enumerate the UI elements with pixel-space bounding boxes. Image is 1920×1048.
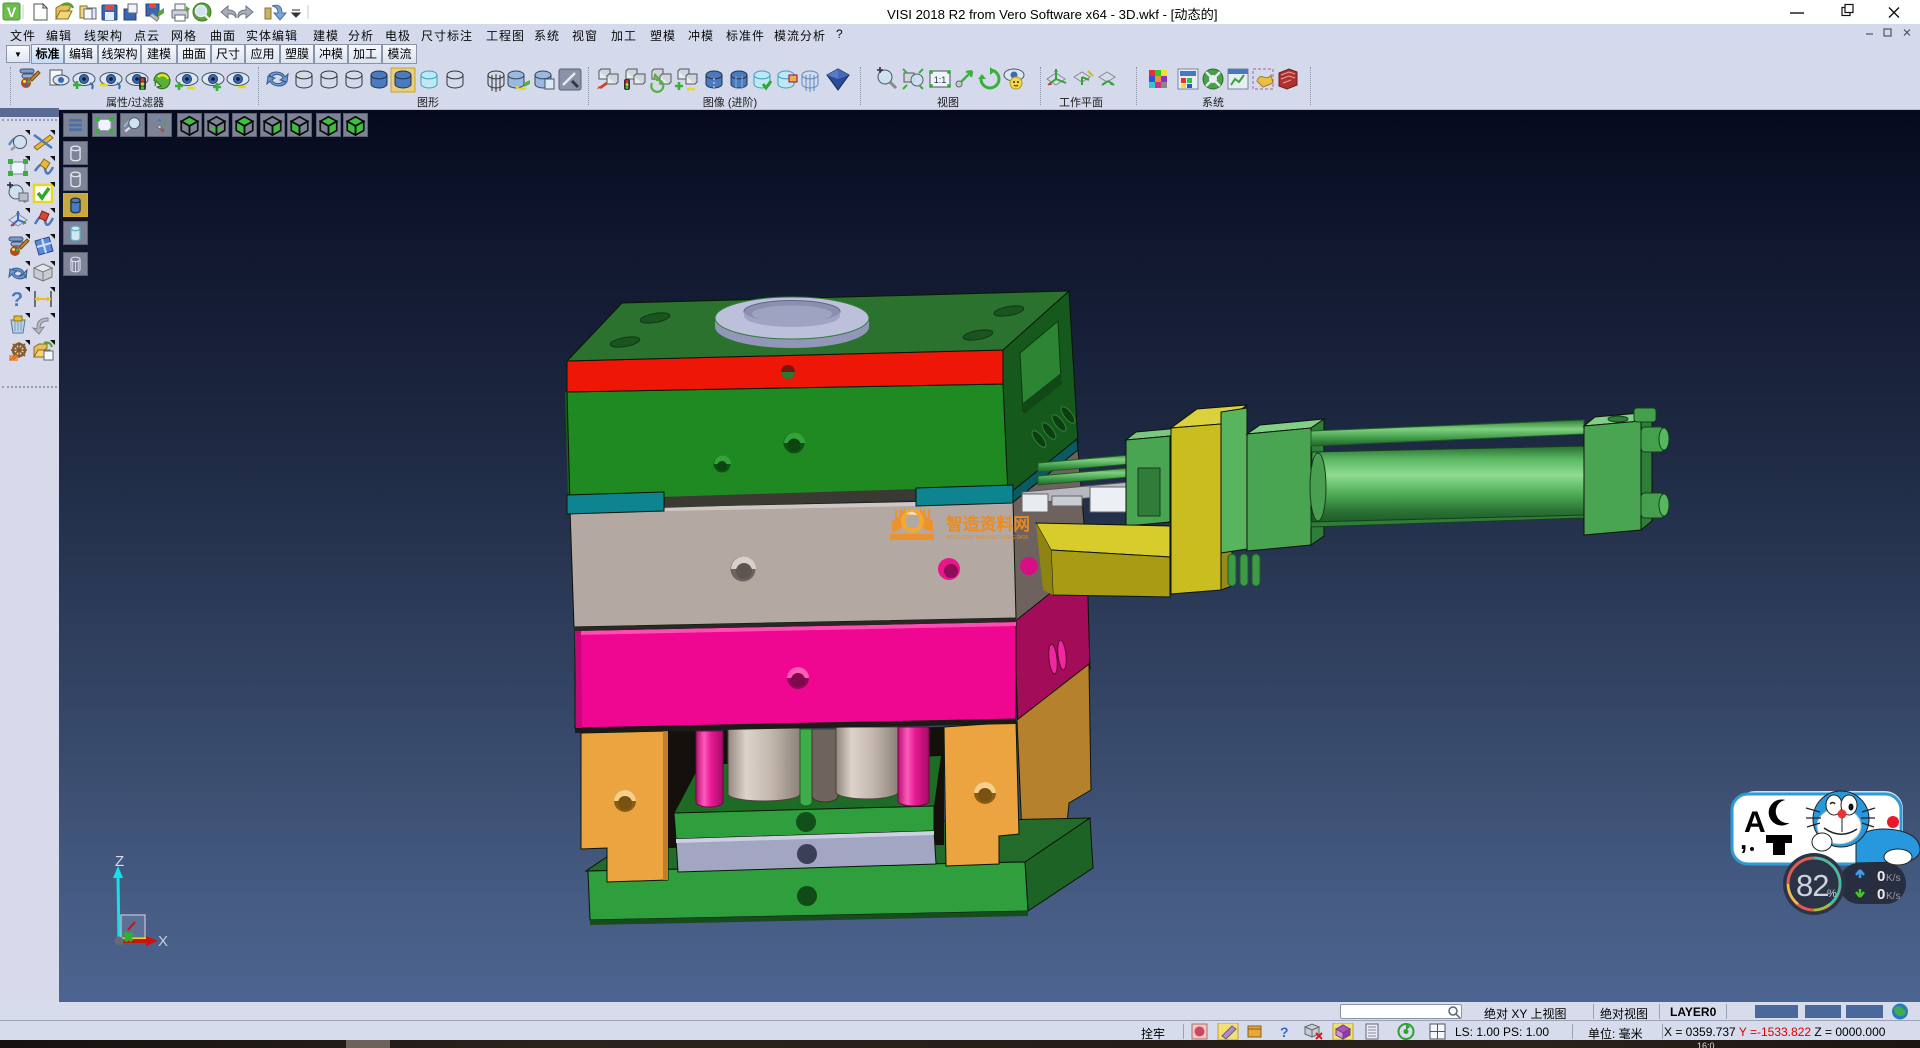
svg-text:K/s: K/s bbox=[1886, 873, 1900, 884]
svg-text:82: 82 bbox=[1796, 868, 1828, 903]
svg-text:A: A bbox=[1744, 806, 1766, 839]
svg-text:%: % bbox=[1827, 888, 1837, 900]
svg-text:X: X bbox=[158, 933, 168, 950]
svg-text:K/s: K/s bbox=[1886, 891, 1900, 902]
svg-text:智造资料网: 智造资料网 bbox=[946, 514, 1030, 534]
svg-text:0: 0 bbox=[1877, 886, 1885, 903]
svg-text:V: V bbox=[7, 4, 17, 20]
svg-text:0: 0 bbox=[1877, 868, 1885, 885]
svg-text:1:1: 1:1 bbox=[934, 75, 947, 85]
svg-text:?: ? bbox=[1280, 1024, 1289, 1040]
svg-text:INTELLIGENT MANUFACTURING DATA: INTELLIGENT MANUFACTURING DATA bbox=[946, 535, 1028, 541]
svg-text:Z: Z bbox=[115, 853, 124, 870]
svg-text:,: , bbox=[1740, 825, 1747, 855]
svg-text:?: ? bbox=[11, 289, 23, 311]
